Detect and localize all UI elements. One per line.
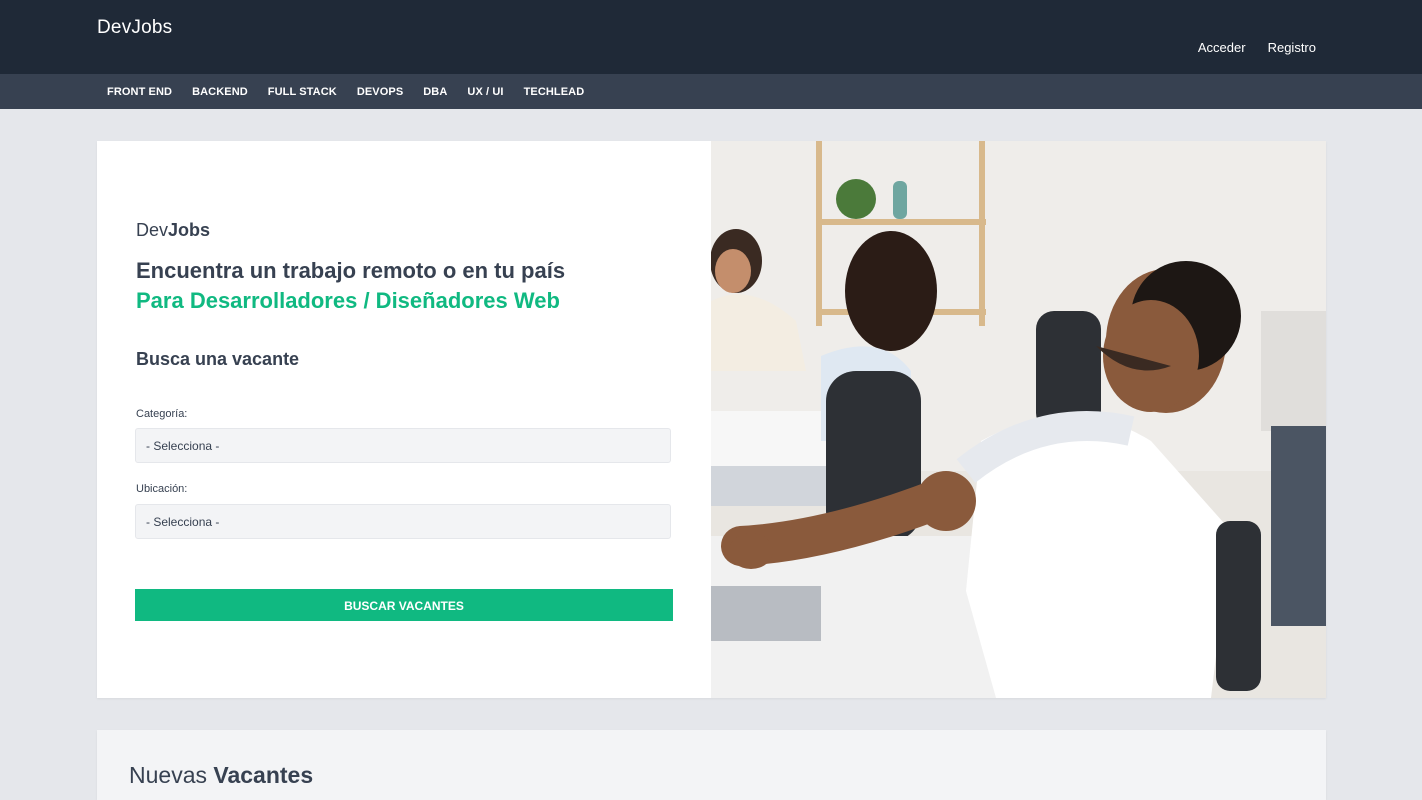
register-link[interactable]: Registro [1268,40,1316,55]
category-link-devops[interactable]: DEVOPS [347,86,413,98]
new-jobs-section: Nuevas Vacantes [97,730,1326,800]
hero-photo [711,141,1326,698]
hero-heading: Encuentra un trabajo remoto o en tu país [136,258,566,283]
search-panel: DevJobs Encuentra un trabajo remoto o en… [97,141,711,698]
new-jobs-title-prefix: Nuevas [129,762,207,788]
category-link-uxui[interactable]: UX / UI [457,86,513,98]
hero-logo-bold: Jobs [168,220,211,240]
new-jobs-title: Nuevas Vacantes [129,762,313,789]
brand-logo[interactable]: DevJobs [97,17,172,39]
category-link-fullstack[interactable]: FULL STACK [258,86,347,98]
hero-heading-accent: Para Desarrolladores / Diseñadores Web [136,288,560,313]
hero-logo: DevJobs [136,220,210,241]
search-jobs-button[interactable]: BUSCAR VACANTES [135,589,673,621]
category-select[interactable]: - Selecciona - [135,428,671,463]
category-link-dba[interactable]: DBA [413,86,457,98]
hero-card: DevJobs Encuentra un trabajo remoto o en… [97,141,1326,698]
hero-logo-prefix: Dev [136,220,169,240]
location-select[interactable]: - Selecciona - [135,504,671,539]
login-link[interactable]: Acceder [1198,40,1246,55]
category-link-frontend[interactable]: FRONT END [97,86,182,98]
office-photo-illustration [711,141,1326,698]
category-nav: FRONT END BACKEND FULL STACK DEVOPS DBA … [0,74,1422,109]
location-label: Ubicación: [136,483,188,495]
auth-links: Acceder Registro [1198,40,1316,55]
category-label: Categoría: [136,408,188,420]
category-link-techlead[interactable]: TECHLEAD [514,86,595,98]
top-navbar: DevJobs Acceder Registro [0,0,1422,74]
search-subtitle: Busca una vacante [136,349,300,369]
category-link-backend[interactable]: BACKEND [182,86,258,98]
new-jobs-title-bold: Vacantes [213,762,314,788]
